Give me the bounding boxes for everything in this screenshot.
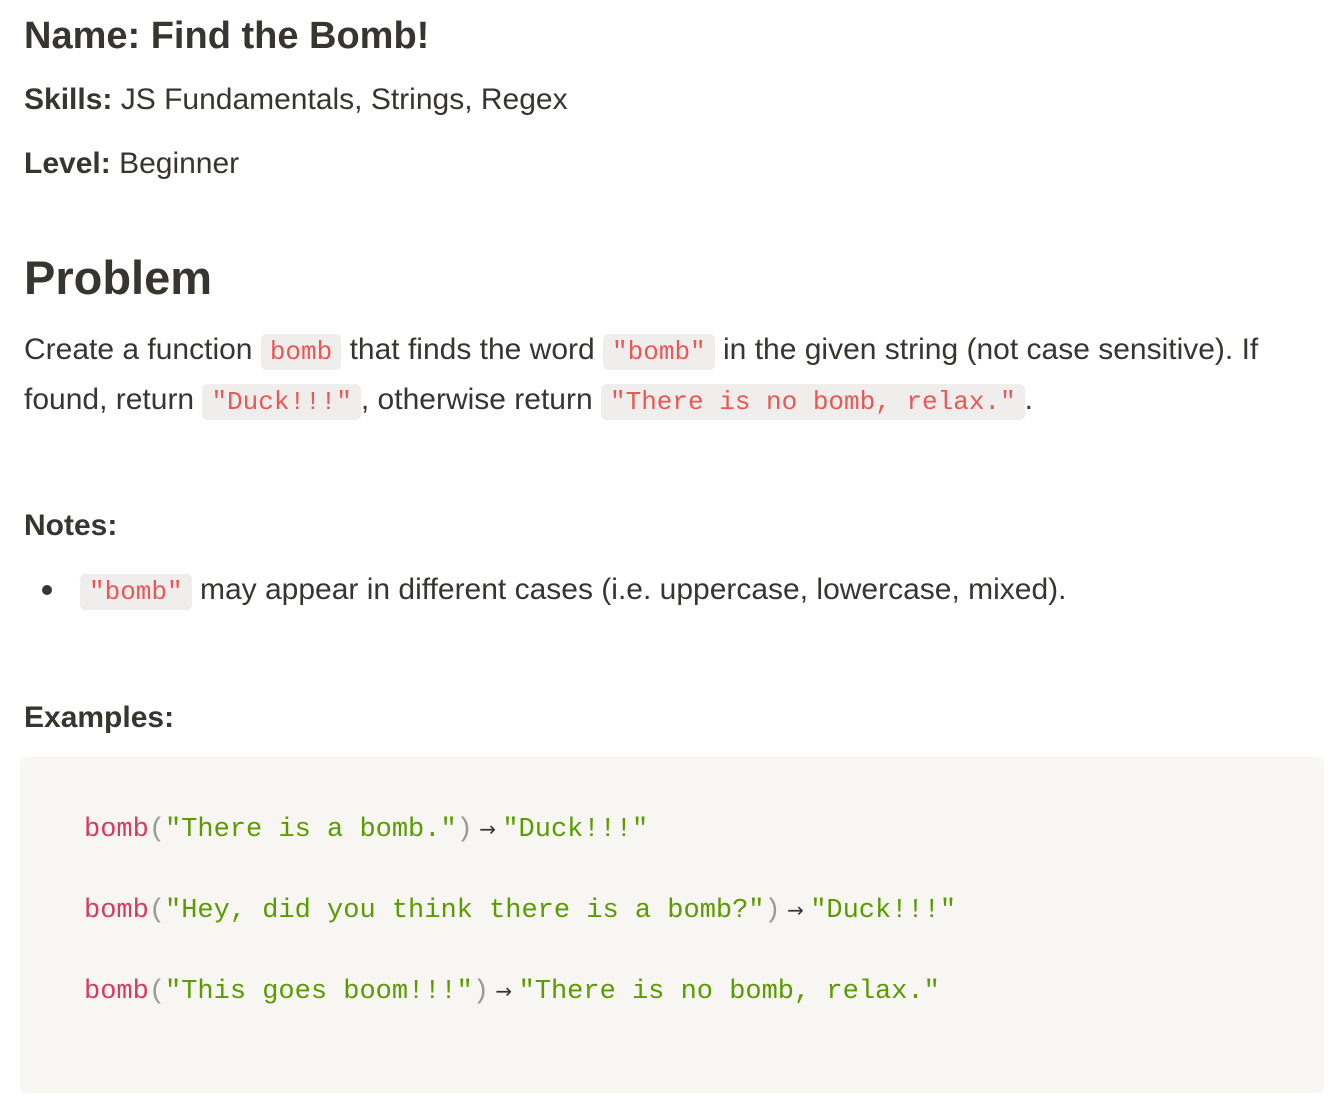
code-open-paren: ( bbox=[148, 815, 166, 845]
problem-paragraph: Create a function bomb that finds the wo… bbox=[24, 326, 1314, 426]
code-function-token: bomb bbox=[84, 896, 149, 926]
name-label: Name: bbox=[24, 15, 141, 57]
code-open-paren: ( bbox=[148, 977, 166, 1007]
note-text: may appear in different cases (i.e. uppe… bbox=[191, 573, 1067, 606]
code-function-token: bomb bbox=[84, 977, 149, 1007]
name-value: Find the Bomb! bbox=[150, 15, 430, 57]
code-line: bomb("Hey, did you think there is a bomb… bbox=[84, 890, 1324, 971]
inline-code-duck-result: "Duck!!!" bbox=[202, 384, 361, 420]
examples-code-block[interactable]: bomb("There is a bomb.") → "Duck!!!" bom… bbox=[20, 757, 1324, 1093]
level-label: Level: bbox=[24, 147, 111, 180]
level-value: Beginner bbox=[119, 147, 240, 180]
code-close-paren: ) bbox=[456, 815, 473, 845]
code-open-paren: ( bbox=[148, 896, 166, 926]
code-argument-string: "This goes boom!!!" bbox=[165, 977, 473, 1007]
code-line: bomb("This goes boom!!!") → "There is no… bbox=[84, 971, 1324, 1052]
bullet-icon bbox=[42, 585, 52, 595]
inline-code-no-bomb-result: "There is no bomb, relax." bbox=[601, 384, 1025, 420]
code-result-string: "Duck!!!" bbox=[810, 896, 957, 926]
problem-heading: Problem bbox=[24, 251, 213, 304]
arrow-icon: → bbox=[780, 898, 811, 922]
code-argument-string: "Hey, did you think there is a bomb?" bbox=[165, 896, 765, 926]
arrow-icon: → bbox=[489, 979, 519, 1003]
skills-value: JS Fundamentals, Strings, Regex bbox=[120, 83, 568, 116]
skills-label: Skills: bbox=[24, 83, 113, 116]
code-close-paren: ) bbox=[764, 896, 781, 926]
notes-list: "bomb" may appear in different cases (i.… bbox=[24, 566, 1067, 616]
problem-text-2: that finds the word bbox=[341, 333, 604, 366]
inline-code-bomb-word: "bomb" bbox=[80, 574, 192, 610]
problem-text-1: Create a function bbox=[24, 333, 261, 366]
code-argument-string: "There is a bomb." bbox=[165, 815, 457, 845]
notes-heading: Notes: bbox=[24, 509, 118, 542]
level-line: Level: Beginner bbox=[24, 144, 239, 184]
inline-code-function-name: bomb bbox=[260, 334, 342, 370]
arrow-icon: → bbox=[472, 817, 503, 841]
code-line: bomb("There is a bomb.") → "Duck!!!" bbox=[84, 809, 1324, 890]
code-function-token: bomb bbox=[84, 815, 149, 845]
code-result-string: "Duck!!!" bbox=[502, 815, 649, 845]
challenge-name: Name: Find the Bomb! bbox=[24, 14, 429, 58]
inline-code-bomb-word: "bomb" bbox=[603, 334, 715, 370]
problem-text-4: , otherwise return bbox=[360, 383, 601, 416]
code-result-string: "There is no bomb, relax." bbox=[518, 977, 940, 1007]
examples-heading: Examples: bbox=[24, 701, 175, 734]
code-close-paren: ) bbox=[472, 977, 490, 1007]
problem-text-5: . bbox=[1024, 383, 1034, 416]
skills-line: Skills: JS Fundamentals, Strings, Regex bbox=[24, 80, 568, 120]
list-item: "bomb" may appear in different cases (i.… bbox=[24, 566, 1067, 616]
